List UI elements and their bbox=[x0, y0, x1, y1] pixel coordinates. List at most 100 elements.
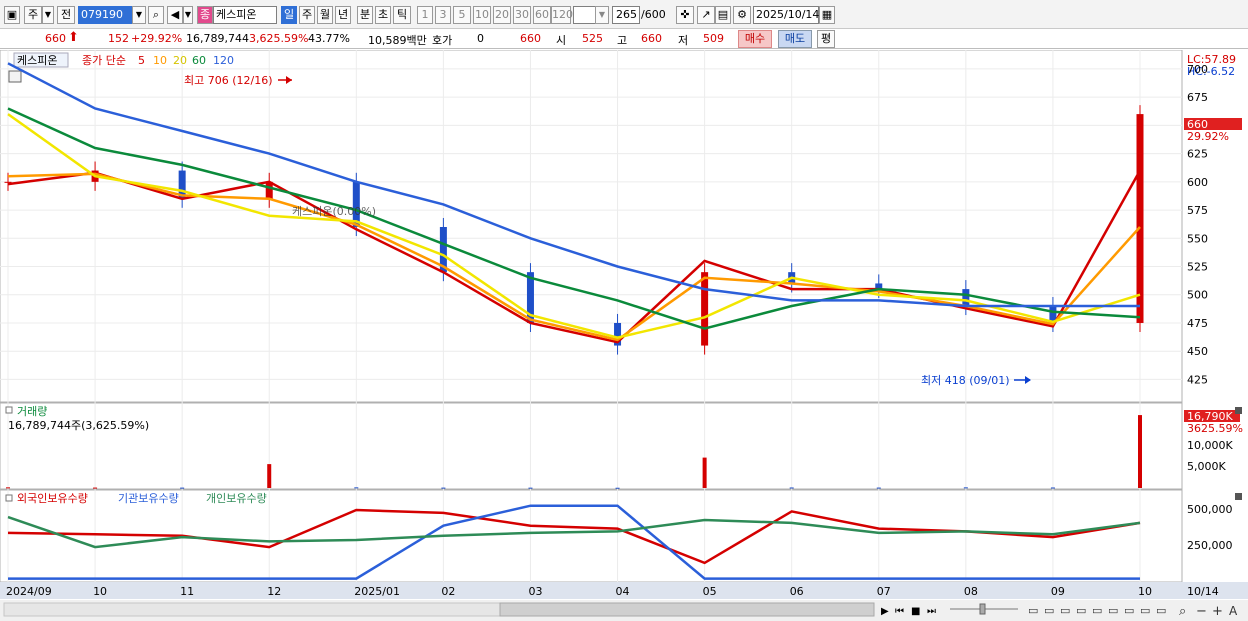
period-yearly-button[interactable]: 년 bbox=[335, 6, 351, 24]
current-price-pct: 29.92% bbox=[1187, 130, 1229, 143]
volume-bar bbox=[876, 487, 881, 489]
interval-5-button[interactable]: 5 bbox=[453, 6, 471, 24]
interval-3-button[interactable]: 3 bbox=[435, 6, 451, 24]
price-tick-label: 500 bbox=[1187, 289, 1208, 302]
stock-name-field[interactable]: 케스피온 bbox=[213, 6, 277, 24]
buy-button[interactable]: 매수 bbox=[738, 30, 772, 48]
stock-code-input[interactable]: 079190 bbox=[78, 6, 132, 24]
scrollbar-thumb[interactable] bbox=[499, 602, 875, 617]
scroll-start-icon[interactable]: ⏮ bbox=[895, 606, 904, 617]
collapse-icon[interactable] bbox=[5, 494, 13, 502]
volume-bar bbox=[789, 487, 794, 489]
trade-amount: 10,589백만 bbox=[368, 34, 427, 47]
zoom-icon[interactable]: ⌕ bbox=[1179, 604, 1186, 619]
chevron-down-icon[interactable]: ▼ bbox=[595, 6, 609, 24]
chevron-down-icon[interactable]: ▼ bbox=[42, 6, 54, 24]
volume-bar bbox=[1050, 487, 1055, 489]
holding-tick: 250,000 bbox=[1187, 539, 1233, 552]
crosshair-icon[interactable]: ✜ bbox=[676, 6, 694, 24]
window-icon[interactable]: ▭ bbox=[1156, 604, 1166, 617]
high-annotation: 최고 706 (12/16) bbox=[184, 74, 273, 87]
scroll-right-icon[interactable]: ▶ bbox=[881, 606, 889, 617]
volume-tick: 10,000K bbox=[1187, 439, 1233, 452]
current-price: 660 bbox=[45, 32, 66, 45]
window-icon[interactable]: ▭ bbox=[1124, 604, 1134, 617]
window-icon[interactable]: ▭ bbox=[1140, 604, 1150, 617]
interval-30-button[interactable]: 30 bbox=[513, 6, 531, 24]
interval-1-button[interactable]: 1 bbox=[417, 6, 433, 24]
price-pane[interactable] bbox=[0, 50, 1183, 403]
high-label: 고 bbox=[617, 34, 628, 47]
scroll-pause-icon[interactable]: ■ bbox=[911, 606, 920, 617]
volume-pane[interactable] bbox=[0, 402, 1183, 490]
period-select[interactable]: 주 bbox=[24, 6, 42, 24]
search-icon[interactable]: ⌕ bbox=[148, 6, 164, 24]
window-icon[interactable]: ▭ bbox=[1060, 604, 1070, 617]
font-size-icon[interactable]: A bbox=[1229, 604, 1238, 618]
window-icon[interactable]: ▭ bbox=[1044, 604, 1054, 617]
price-change-pct: +29.92% bbox=[131, 32, 183, 45]
x-axis-end-label: 10/14 bbox=[1187, 585, 1219, 598]
window-icon[interactable]: ▭ bbox=[1028, 604, 1038, 617]
layout-icon[interactable]: ▣ bbox=[4, 6, 20, 24]
zoom-slider-handle[interactable] bbox=[979, 603, 986, 615]
collapse-icon[interactable] bbox=[5, 406, 13, 414]
period-monthly-button[interactable]: 월 bbox=[317, 6, 333, 24]
x-axis-label: 02 bbox=[441, 585, 455, 598]
period-daily-button[interactable]: 일 bbox=[281, 6, 297, 24]
open-value: 525 bbox=[582, 32, 603, 45]
interval-120-button[interactable]: 120 bbox=[551, 6, 573, 24]
speaker-icon[interactable]: ◀ bbox=[167, 6, 183, 24]
save-icon[interactable]: ▤ bbox=[715, 6, 731, 24]
hoga-label: 호가 bbox=[432, 34, 453, 47]
interval-20-button[interactable]: 20 bbox=[493, 6, 511, 24]
minus-icon[interactable]: − bbox=[1196, 604, 1207, 619]
calendar-icon[interactable]: ▦ bbox=[819, 6, 835, 24]
date-input[interactable]: 2025/10/14 bbox=[753, 6, 819, 24]
quote-bar: 660 ⬆ 152 +29.92% 16,789,744 3,625.59% 4… bbox=[0, 29, 1248, 49]
x-axis-label: 07 bbox=[877, 585, 891, 598]
plus-icon[interactable]: + bbox=[1212, 604, 1223, 619]
chevron-down-icon[interactable]: ▼ bbox=[183, 6, 193, 24]
x-axis-label: 03 bbox=[528, 585, 542, 598]
x-axis-label: 05 bbox=[703, 585, 717, 598]
period-weekly-button[interactable]: 주 bbox=[299, 6, 315, 24]
foreign-holding-label: 외국인보유수량 bbox=[17, 492, 88, 505]
ma-label-5: 5 bbox=[138, 54, 145, 67]
volume-bar bbox=[1138, 415, 1142, 488]
pane-close-icon[interactable] bbox=[1235, 407, 1242, 414]
window-icon[interactable]: ▭ bbox=[1092, 604, 1102, 617]
x-axis-label: 2025/01 bbox=[354, 585, 400, 598]
price-tick-label: 475 bbox=[1187, 317, 1208, 330]
price-tick-label: 450 bbox=[1187, 345, 1208, 358]
scroll-end-icon[interactable]: ⏭ bbox=[927, 606, 936, 617]
sell-button[interactable]: 매도 bbox=[778, 30, 812, 48]
pane-close-icon[interactable] bbox=[1235, 493, 1242, 500]
arrow-up-icon: ⬆ bbox=[68, 30, 79, 45]
period-second-button[interactable]: 초 bbox=[375, 6, 391, 24]
gear-icon[interactable]: ⚙ bbox=[733, 6, 751, 24]
period-tick-button[interactable]: 틱 bbox=[393, 6, 411, 24]
interval-60-button[interactable]: 60 bbox=[533, 6, 551, 24]
volume-bar bbox=[702, 457, 707, 488]
interval-10-button[interactable]: 10 bbox=[473, 6, 491, 24]
window-icon[interactable]: ▭ bbox=[1108, 604, 1118, 617]
avg-button[interactable]: 평 bbox=[817, 30, 835, 48]
high-value: 660 bbox=[641, 32, 662, 45]
stock-chart[interactable]: 케스피온 종가 단순 5 10 20 60 120 LC:57.89 HC:-6… bbox=[0, 50, 1248, 621]
holding-tick: 500,000 bbox=[1187, 503, 1233, 516]
table-icon[interactable] bbox=[8, 70, 22, 83]
volume-bar bbox=[963, 487, 968, 489]
ma-label-60: 60 bbox=[192, 54, 206, 67]
window-icon[interactable]: ▭ bbox=[1076, 604, 1086, 617]
prev-button[interactable]: 전 bbox=[57, 6, 75, 24]
trend-icon[interactable]: ↗ bbox=[697, 6, 715, 24]
x-axis-label: 06 bbox=[790, 585, 804, 598]
count-input[interactable]: 265 bbox=[612, 6, 640, 24]
x-axis-label: 04 bbox=[616, 585, 630, 598]
chevron-down-icon[interactable]: ▼ bbox=[132, 6, 146, 24]
x-axis-label: 10 bbox=[1138, 585, 1152, 598]
x-axis-label: 10 bbox=[93, 585, 107, 598]
volume-bar bbox=[93, 487, 98, 489]
period-minute-button[interactable]: 분 bbox=[357, 6, 373, 24]
